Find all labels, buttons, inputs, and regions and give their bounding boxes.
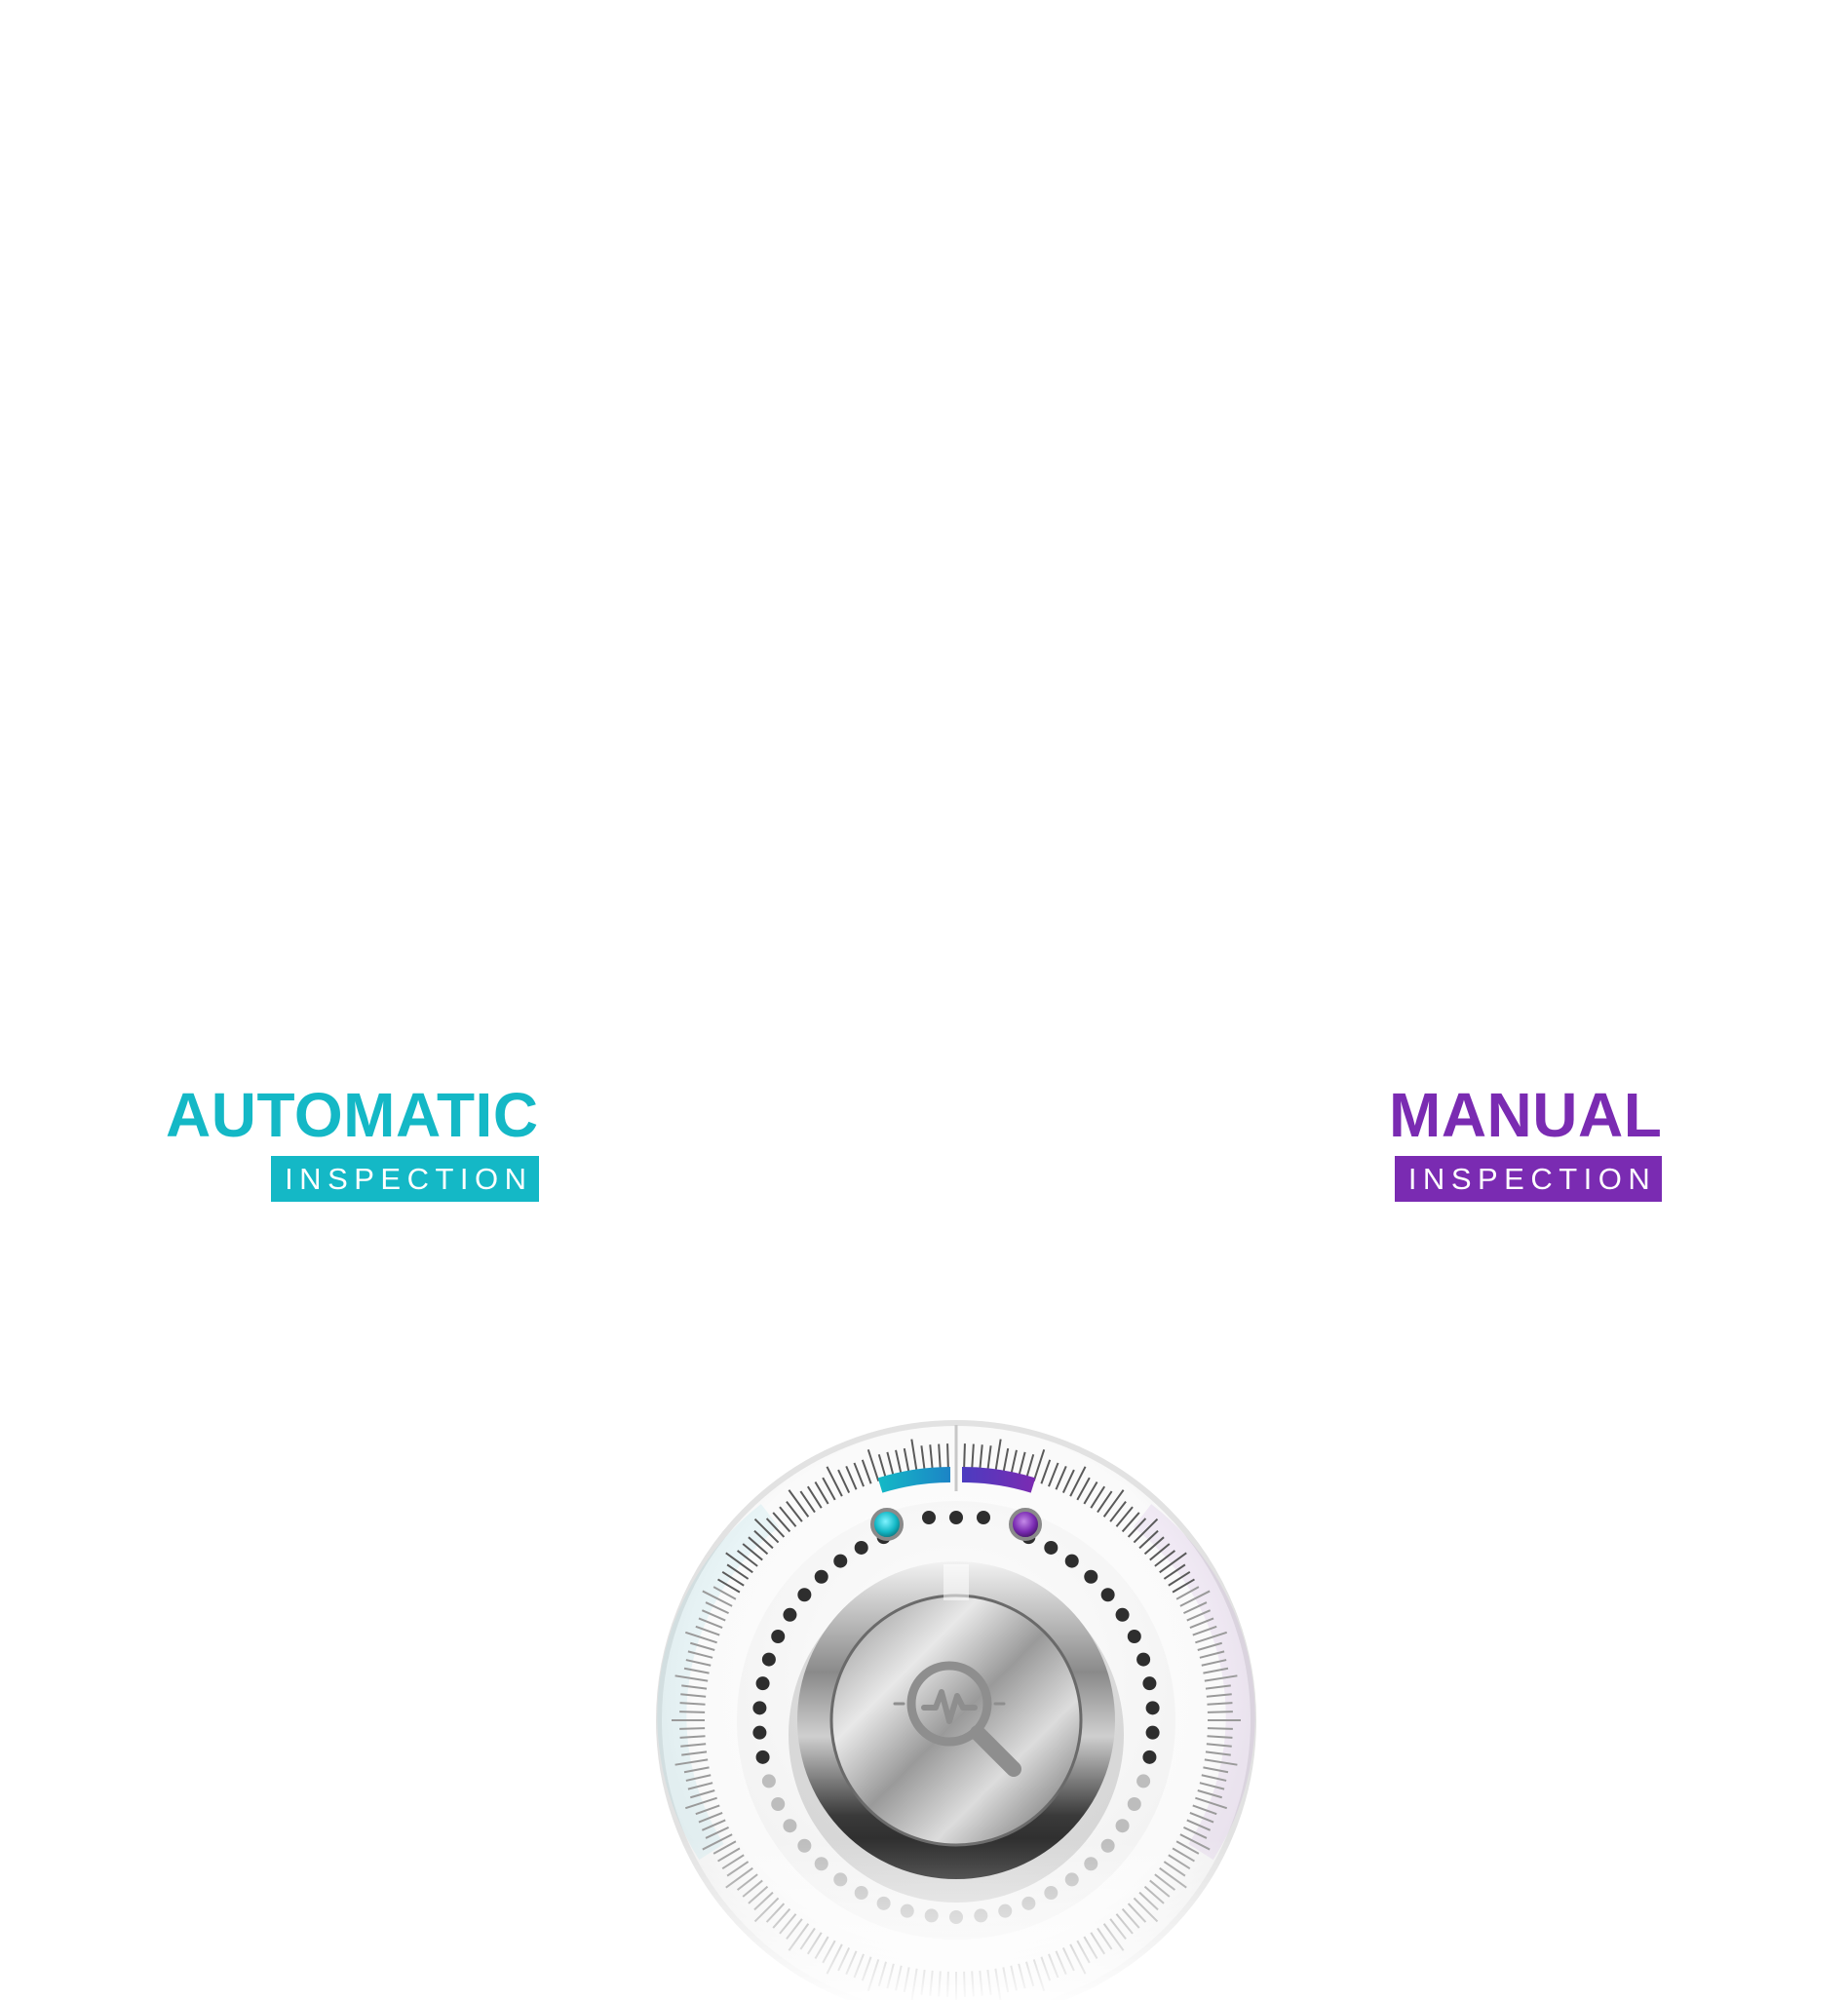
inspection-mode-dial[interactable] bbox=[0, 0, 1848, 2000]
dial-bottom-fade bbox=[643, 1423, 1269, 2000]
